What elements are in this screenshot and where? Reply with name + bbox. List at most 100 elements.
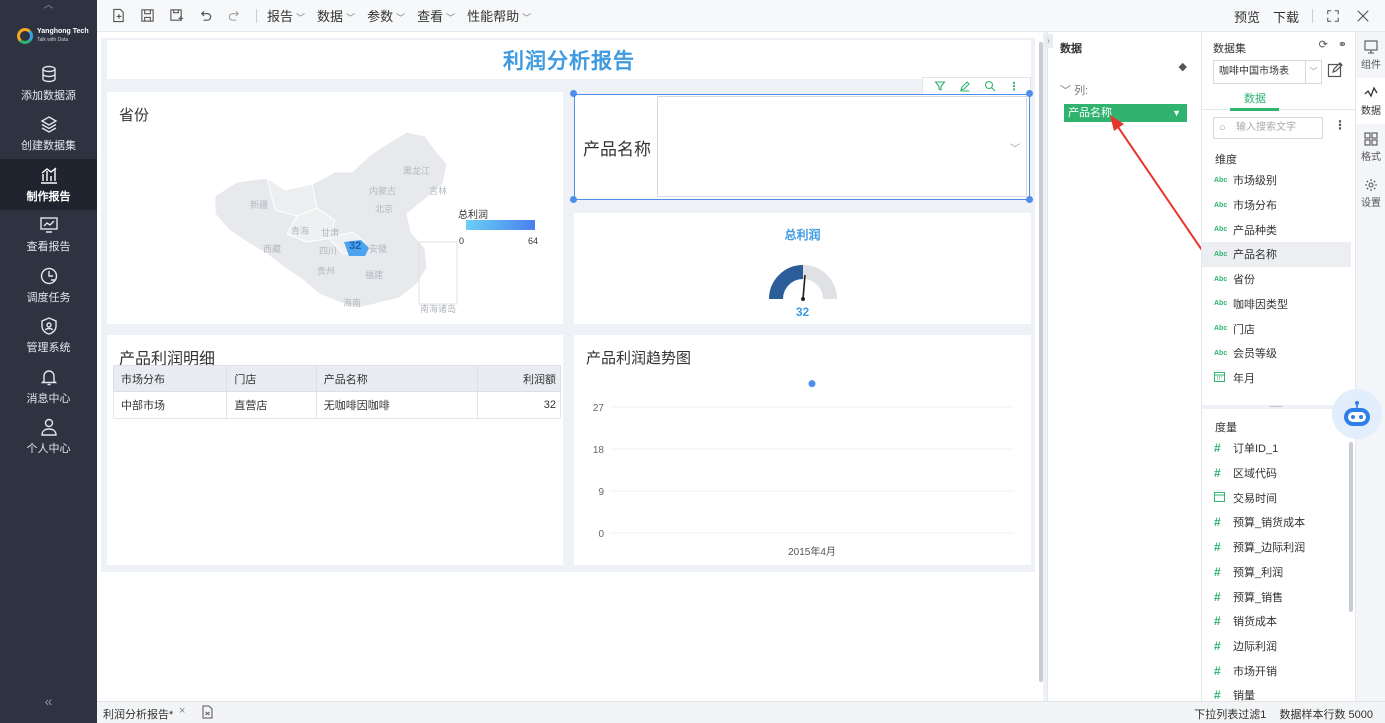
dimension-field[interactable]: Abc 产品种类 — [1202, 217, 1351, 242]
preview-button[interactable]: 预览 — [1234, 7, 1260, 26]
tab-data[interactable]: 数据 — [1230, 90, 1280, 106]
undo-icon[interactable] — [197, 8, 213, 24]
text-type-icon: Abc — [1214, 300, 1228, 308]
nav-item-4[interactable]: 调度任务 — [0, 260, 97, 311]
brand-logo: Yanghong Tech Talk with Data — [0, 14, 97, 58]
measure-field[interactable]: # 市场开销 — [1202, 658, 1351, 683]
measure-field[interactable]: 交易时间 — [1202, 485, 1351, 510]
map-legend-min: 0 — [459, 236, 465, 246]
close-tab-icon[interactable]: × — [179, 705, 185, 717]
filter-icon[interactable] — [933, 80, 946, 92]
nav-item-2[interactable]: 制作报告 — [0, 159, 97, 210]
column-header[interactable]: 市场分布 — [112, 365, 228, 392]
measure-field[interactable]: # 预算_利润 — [1202, 560, 1351, 585]
dimension-field[interactable]: Abc 门店 — [1202, 316, 1351, 341]
map-legend-bar — [466, 220, 535, 230]
dimension-field[interactable]: Abc 市场级别 — [1202, 168, 1351, 193]
column-header[interactable]: 产品名称 — [315, 365, 479, 392]
column-header[interactable]: 利润额 — [477, 365, 561, 392]
dimension-field[interactable]: Abc 会员等级 — [1202, 341, 1351, 366]
resize-handle[interactable] — [1026, 90, 1033, 97]
menu-3[interactable]: 查看 ﹀ — [417, 9, 455, 24]
product-filter-panel[interactable]: 产品名称 ﹀ — [574, 94, 1030, 200]
resize-handle[interactable] — [1026, 196, 1033, 203]
gauge-panel[interactable]: 总利润 32 — [574, 213, 1031, 324]
measure-field[interactable]: # 区域代码 — [1202, 461, 1351, 486]
field-list-scrollbar[interactable] — [1349, 442, 1353, 612]
link-icon[interactable]: ⚭ — [1338, 38, 1347, 51]
tab-format[interactable]: 格式 — [1356, 124, 1385, 170]
collapse-panel-icon[interactable]: › — [1044, 34, 1053, 48]
tab-data-strip[interactable]: 数据 — [1356, 78, 1385, 124]
table-cell: 32 — [477, 391, 561, 419]
text-type-icon: Abc — [1214, 201, 1228, 209]
profit-trend-panel[interactable]: 产品利润趋势图 0 9 18 27 2015年4月 — [574, 335, 1031, 565]
chip-dropdown-icon[interactable]: ▼ — [1172, 104, 1181, 122]
measure-field[interactable]: # 订单ID_1 — [1202, 436, 1351, 461]
measure-field[interactable]: # 预算_边际利润 — [1202, 535, 1351, 560]
x-tick-label: 2015年4月 — [788, 545, 836, 558]
measure-field[interactable]: # 边际利润 — [1202, 634, 1351, 659]
edit-dataset-icon[interactable] — [1327, 62, 1345, 80]
export-icon[interactable] — [201, 705, 214, 719]
zoom-icon[interactable] — [984, 80, 996, 92]
redo-icon[interactable] — [226, 8, 242, 24]
more-options-icon[interactable]: ⋮ — [1009, 80, 1020, 93]
field-search-input[interactable]: ○ 输入搜索文字 — [1213, 117, 1323, 139]
canvas-scrollbar[interactable] — [1039, 42, 1043, 682]
map-region-label: 福建 — [365, 270, 384, 280]
report-title-panel[interactable]: 利润分析报告 — [107, 40, 1031, 79]
nav-item-5[interactable]: 管理系统 — [0, 311, 97, 362]
report-tab[interactable]: 利润分析报告* — [103, 706, 173, 722]
nav-item-7[interactable]: 个人中心 — [0, 412, 97, 463]
calendar-icon — [1214, 491, 1228, 504]
measure-field[interactable]: # 预算_销货成本 — [1202, 510, 1351, 535]
menu-1[interactable]: 数据 ﹀ — [317, 9, 355, 24]
nav-item-label: 消息中心 — [26, 392, 71, 405]
dataset-select[interactable]: 咖啡中国市场表 ﹀ — [1213, 60, 1322, 84]
measure-field[interactable]: # 销货成本 — [1202, 609, 1351, 634]
save-as-icon[interactable] — [168, 8, 184, 24]
fullscreen-icon[interactable] — [1325, 8, 1341, 24]
collapse-up-icon[interactable]: ︿ — [0, 0, 97, 14]
new-report-icon[interactable] — [110, 8, 126, 24]
field-label: 预算_边际利润 — [1233, 542, 1306, 555]
product-name-select[interactable]: ﹀ — [657, 96, 1027, 197]
nav-item-0[interactable]: 添加数据源 — [0, 58, 97, 109]
menu-4[interactable]: 性能帮助 ﹀ — [467, 9, 531, 24]
column-header[interactable]: 门店 — [226, 365, 317, 392]
map-panel[interactable]: 省份 黑龙江 吉林 内蒙古 北京 新疆 青海 甘肃 西藏 四川 安徽 贵州 福建 海南 南海诸岛 32 总… — [107, 92, 563, 324]
dimension-field[interactable]: Abc 省份 — [1202, 267, 1351, 292]
refresh-icon[interactable]: ⟳ — [1319, 38, 1328, 51]
dimension-field[interactable]: Abc 咖啡因类型 — [1202, 292, 1351, 317]
dimension-field[interactable]: Abc 产品名称 — [1202, 242, 1351, 267]
number-type-icon: # — [1214, 564, 1221, 579]
profit-detail-table: 市场分布 门店 产品名称 利润额 中部市场 直营店 无咖啡因咖啡 32 — [112, 365, 561, 419]
more-options-icon[interactable]: ⋮ — [1334, 118, 1346, 132]
dimension-field[interactable]: Abc 市场分布 — [1202, 193, 1351, 218]
tab-components[interactable]: 组件 — [1356, 32, 1385, 78]
edit-icon[interactable] — [959, 80, 971, 92]
assistant-robot-icon[interactable] — [1332, 389, 1382, 439]
nav-item-3[interactable]: 查看报告 — [0, 210, 97, 261]
column-chip-product-name[interactable]: 产品名称 ▼ — [1064, 104, 1187, 122]
resize-handle[interactable] — [570, 196, 577, 203]
measure-field[interactable]: # 预算_销售 — [1202, 584, 1351, 609]
table-row[interactable]: 中部市场 直营店 无咖啡因咖啡 32 — [112, 391, 561, 419]
menu-0[interactable]: 报告 ﹀ — [267, 9, 305, 24]
close-icon[interactable] — [1355, 8, 1371, 24]
profit-detail-table-panel[interactable]: 产品利润明细 市场分布 门店 产品名称 利润额 中部市场 直营店 无咖啡因咖啡 32 — [107, 335, 563, 565]
nav-item-6[interactable]: 消息中心 — [0, 361, 97, 412]
eraser-icon[interactable]: ◆ — [1179, 60, 1187, 73]
data-point[interactable] — [808, 380, 816, 388]
dimension-field[interactable]: 年月 — [1202, 366, 1351, 391]
menu-2[interactable]: 参数 ﹀ — [367, 9, 405, 24]
collapse-sidebar-icon[interactable]: « — [0, 693, 97, 709]
resize-handle[interactable] — [570, 90, 577, 97]
save-icon[interactable] — [139, 8, 155, 24]
nav-item-1[interactable]: 创建数据集 — [0, 109, 97, 160]
gauge-title: 总利润 — [784, 228, 821, 242]
download-button[interactable]: 下载 — [1273, 7, 1299, 26]
tab-settings[interactable]: 设置 — [1356, 170, 1385, 216]
section-divider[interactable] — [1202, 405, 1351, 409]
